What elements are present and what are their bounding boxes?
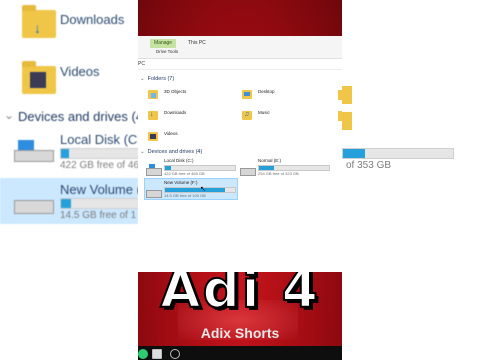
- desktop-folder-icon: [242, 90, 252, 99]
- folder-icon: [342, 86, 352, 104]
- bg-drive-sub: 422 GB free of 46: [60, 160, 139, 171]
- downloads-folder-icon: ↓: [148, 111, 158, 120]
- drive-name: Local Disk (C:): [164, 158, 194, 163]
- store-icon[interactable]: [152, 349, 162, 359]
- ribbon: Manage This PC Drive Tools: [138, 36, 342, 59]
- folder-label: Desktop: [258, 89, 275, 94]
- folder-label: 3D Objects: [164, 89, 187, 94]
- bg-section-label: Devices and drives (4: [18, 109, 143, 124]
- background-zoomed-right: of 353 GB: [342, 0, 480, 360]
- mouse-cursor-icon: ↖: [200, 186, 206, 193]
- folders-group-label: Folders (7): [147, 76, 175, 82]
- address-text: PC: [138, 61, 145, 67]
- drive-icon: [146, 190, 162, 198]
- chevron-down-icon: ⌄: [4, 108, 15, 122]
- folder-label: Downloads: [164, 110, 187, 115]
- download-folder-icon: ↓: [22, 5, 56, 38]
- system-drive-icon: [146, 164, 162, 176]
- folder-icon: [342, 112, 352, 130]
- channel-watermark: Adix Shorts: [200, 325, 280, 341]
- drive-free-space: 422 GB free of 465 GB: [164, 171, 205, 176]
- folder-item-downloads[interactable]: ↓ Downloads: [148, 109, 228, 123]
- bg-drive-name: Local Disk (C:): [60, 132, 146, 147]
- videos-folder-icon: [148, 132, 158, 141]
- folder-label: Videos: [164, 131, 178, 136]
- drive-name: Normal (E:): [258, 158, 282, 163]
- drive-icon: [240, 168, 256, 176]
- system-drive-icon: [14, 140, 54, 162]
- drives-group-label: Devices and drives (4): [147, 149, 203, 155]
- bg-drive-usage-bar: [60, 148, 142, 159]
- folders-group-header[interactable]: ⌄ Folders (7): [140, 76, 174, 82]
- bg-folder-label: Downloads: [60, 12, 125, 27]
- folder-item-music[interactable]: ♫ Music: [242, 109, 322, 123]
- bg-drive-usage-bar: [60, 198, 142, 209]
- clock-icon[interactable]: [170, 349, 180, 359]
- folder-item-3d-objects[interactable]: 3D Objects: [148, 88, 228, 102]
- folder-item-videos[interactable]: Videos: [148, 130, 228, 144]
- drive-name: New Volume (F:): [164, 180, 198, 185]
- 3d-objects-folder-icon: [148, 90, 158, 99]
- drive-item-f[interactable]: New Volume (F:) 14.5 GB free of 100 GB ↖: [144, 180, 238, 200]
- bg-drive-sub: 14.5 GB free of 1: [60, 210, 137, 221]
- videos-folder-icon: [22, 61, 56, 94]
- folder-item-desktop[interactable]: Desktop: [242, 88, 322, 102]
- bg-folder-label: Videos: [60, 64, 100, 79]
- address-bar[interactable]: PC: [138, 60, 342, 70]
- folder-label: Music: [258, 110, 270, 115]
- drive-free-space: 254 GB free of 323 GB: [258, 171, 299, 176]
- chevron-down-icon: ⌄: [140, 149, 145, 155]
- bg-drive-sub: of 353 GB: [346, 160, 392, 171]
- file-explorer-window: Manage This PC Drive Tools PC ⌄ Folders (…: [138, 36, 342, 272]
- bg-drive-usage-bar: [342, 148, 454, 159]
- tab-this-pc[interactable]: This PC: [184, 39, 210, 48]
- drive-item-c[interactable]: Local Disk (C:) 422 GB free of 465 GB: [144, 158, 238, 178]
- drive-free-space: 14.5 GB free of 100 GB: [164, 193, 206, 198]
- folder-icon: [338, 111, 342, 121]
- drives-group-header[interactable]: ⌄ Devices and drives (4): [140, 149, 202, 155]
- folder-icon: [338, 90, 342, 100]
- taskbar: [138, 346, 342, 360]
- drive-tools-command[interactable]: Drive Tools: [156, 49, 178, 54]
- tab-manage[interactable]: Manage: [150, 39, 177, 48]
- drive-icon: [14, 200, 54, 214]
- chevron-down-icon: ⌄: [140, 76, 145, 82]
- drive-item-e[interactable]: Normal (E:) 254 GB free of 323 GB: [240, 158, 340, 178]
- start-icon[interactable]: [138, 349, 148, 359]
- music-folder-icon: ♫: [242, 111, 252, 120]
